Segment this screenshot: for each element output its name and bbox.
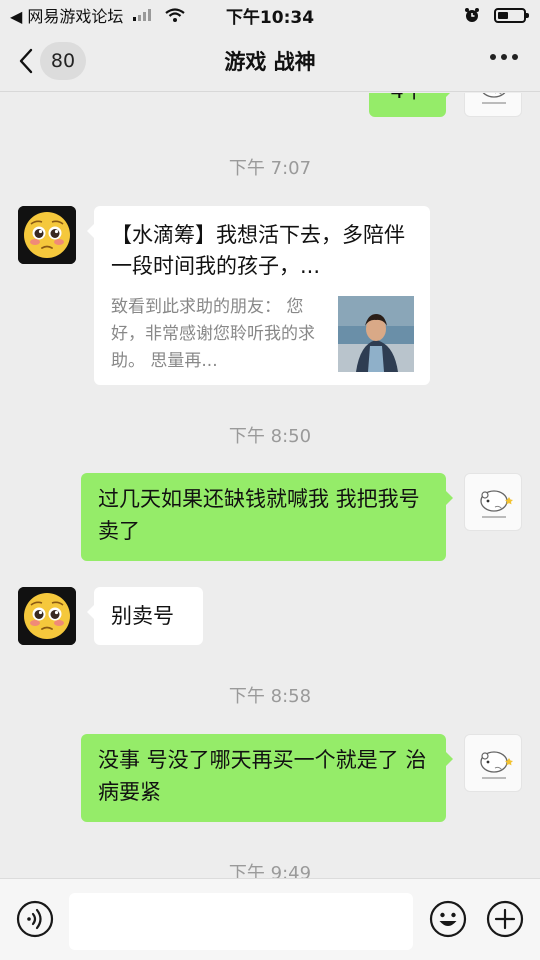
unread-count-badge[interactable]: 80 (40, 42, 86, 80)
link-card-message[interactable]: 【水滴筹】我想活下去，多陪伴一段时间我的孩子，... 致看到此求助的朋友： 您好… (87, 206, 430, 385)
message-bubble-outgoing[interactable]: 没事 号没了哪天再买一个就是了 治病要紧 (81, 734, 453, 822)
status-back-app-label[interactable]: ◀ 网易游戏论坛 (10, 3, 123, 27)
chat-header: 80 游戏 战神 (0, 30, 540, 92)
more-dot-icon (501, 54, 507, 60)
back-button[interactable]: 80 (18, 42, 86, 80)
more-dot-icon (490, 54, 496, 60)
status-back-to-app[interactable]: ◀ 网易游戏论坛 (10, 3, 186, 27)
message-text: 别卖号 (111, 604, 174, 628)
cellular-signal-icon (133, 9, 152, 21)
timestamp: 下午 8:50 (228, 426, 312, 447)
alarm-clock-icon (465, 8, 479, 22)
message-text: 没事 号没了哪天再买一个就是了 治病要紧 (98, 748, 427, 804)
more-options-button[interactable] (490, 54, 518, 60)
message-bubble-incoming[interactable]: 别卖号 (87, 587, 203, 645)
timestamp: 下午 9:49 (228, 863, 312, 878)
pleading-face-icon (18, 587, 76, 645)
message-bubble-outgoing[interactable]: 过几天如果还缺钱就喊我 我把我号卖了 (81, 473, 453, 561)
more-dot-icon (512, 54, 518, 60)
hamster-avatar-icon (482, 93, 506, 104)
voice-input-icon[interactable] (16, 900, 54, 938)
message-input-bar (0, 878, 540, 960)
friend-avatar[interactable] (18, 206, 76, 264)
self-avatar[interactable] (464, 93, 522, 117)
plus-circle-icon[interactable] (486, 900, 524, 938)
wifi-icon (165, 8, 186, 22)
hamster-avatar-icon (480, 490, 513, 518)
battery-icon (494, 7, 529, 23)
timestamp: 下午 8:58 (228, 686, 312, 707)
link-card-title: 【水滴筹】我想活下去，多陪伴一段时间我的孩子，... (111, 223, 405, 278)
pleading-face-icon (18, 206, 76, 264)
chevron-left-icon[interactable] (18, 47, 34, 75)
message-text: 过几天如果还缺钱就喊我 我把我号卖了 (98, 487, 420, 543)
link-card-thumbnail (338, 296, 414, 372)
timestamp: 下午 7:07 (228, 158, 312, 179)
message-text-input[interactable] (69, 893, 413, 950)
friend-avatar[interactable] (18, 587, 76, 645)
self-avatar[interactable] (464, 734, 522, 792)
message-list[interactable]: 4个 下午 7:07 【水滴筹】我想 (0, 93, 540, 878)
status-bar: ◀ 网易游戏论坛 下午10:34 (0, 0, 540, 30)
link-card-description: 致看到此求助的朋友： 您好，非常感谢您聆听我的求助。 思量再... (111, 297, 315, 371)
smiley-face-icon[interactable] (429, 900, 467, 938)
self-avatar[interactable] (464, 473, 522, 531)
hamster-avatar-icon (480, 751, 513, 779)
message-text: 4个 (390, 93, 424, 103)
message-bubble-outgoing[interactable]: 4个 (369, 93, 453, 117)
